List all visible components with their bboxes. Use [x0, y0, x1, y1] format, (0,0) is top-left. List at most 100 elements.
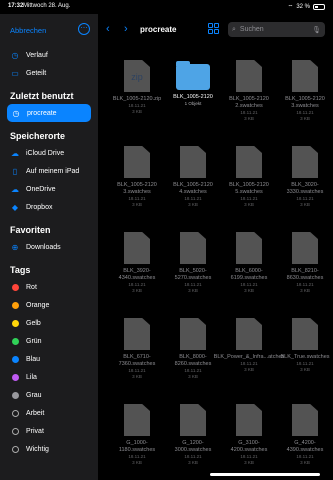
sidebar-list: ◷ Verlauf ▭ Geteilt Zuletzt benutzt ◷ procreat… [0, 46, 98, 458]
tag-icon [10, 444, 20, 454]
file-size: 3 KB [300, 115, 310, 121]
file-size: 3 KB [244, 115, 254, 121]
file-item[interactable]: BLK_1005-2120 3.swatches 18.11.21 3 KB [112, 138, 162, 214]
document-icon [292, 318, 318, 350]
sidebar-item-blau[interactable]: Blau [0, 350, 98, 368]
file-item[interactable]: BLK_3920-4340.swatches 18.11.21 3 KB [112, 224, 162, 300]
file-item[interactable]: G_1200-3000.swatches 18.11.21 3 KB [168, 396, 218, 472]
tag-icon [10, 390, 20, 400]
sidebar-item-label: Grün [26, 337, 42, 345]
sidebar-item-label: Privat [26, 427, 44, 435]
sidebar-item-gelb[interactable]: Gelb [0, 314, 98, 332]
document-icon [180, 404, 206, 436]
document-icon [236, 60, 262, 92]
file-item[interactable]: BLK_1005-2120 2.swatches 18.11.21 3 KB [224, 52, 274, 128]
grid-view-icon[interactable] [208, 23, 219, 34]
sidebar-item-icloud-drive[interactable]: ☁ iCloud Drive [0, 144, 98, 162]
file-item[interactable]: BLK_6000-6199.swatches 18.11.21 3 KB [224, 224, 274, 300]
file-item[interactable]: G_1000-1180.swatches 18.11.21 3 KB [112, 396, 162, 472]
file-name: BLK_1005-2120 3.swatches [117, 182, 157, 195]
sidebar-top: Abbrechen ⋯ [0, 14, 98, 46]
file-name: BLK_3920-4340.swatches [118, 268, 156, 281]
tag-color-dot [11, 319, 19, 327]
sidebar-item-geteilt[interactable]: ▭ Geteilt [0, 64, 98, 82]
tag-color-dot [11, 391, 19, 399]
tag-color-dot [11, 409, 19, 417]
shared-folder-icon: ▭ [11, 68, 19, 78]
sidebar-item-onedrive[interactable]: ☁ OneDrive [0, 180, 98, 198]
file-item[interactable]: BLK_True.swatches 18.11.21 3 KB [280, 310, 330, 386]
document-icon [180, 318, 206, 350]
file-size: 3 KB [188, 373, 198, 379]
sidebar-section-title: Favoriten [10, 225, 51, 235]
search-input[interactable]: ⌕ Suchen 🎙 [228, 22, 325, 37]
sidebar-item-label: Arbeit [26, 409, 45, 417]
sidebar-item-rot[interactable]: Rot [0, 278, 98, 296]
file-name: BLK_True.swatches [280, 354, 330, 360]
folder-item[interactable]: BLK_1005-2120 1 Objekt [168, 52, 218, 128]
sidebar-item-wichtig[interactable]: Wichtig [0, 440, 98, 458]
document-icon [236, 404, 262, 436]
search-icon: ⌕ [232, 25, 236, 33]
tag-icon [10, 282, 20, 292]
file-item[interactable]: BLK_1005-2120 4.swatches 18.11.21 3 KB [168, 138, 218, 214]
sidebar-item-arbeit[interactable]: Arbeit [0, 404, 98, 422]
more-options-icon[interactable]: ⋯ [78, 23, 90, 35]
sidebar-item-privat[interactable]: Privat [0, 422, 98, 440]
dropbox-icon: ◆ [11, 202, 19, 212]
sidebar-item-dropbox[interactable]: ◆ Dropbox [0, 198, 98, 216]
file-item[interactable]: G_3100-4200.swatches 18.11.21 3 KB [224, 396, 274, 472]
file-browser: ‹ › procreate ⌕ Suchen 🎙 zip BLK_1005-212… [98, 14, 333, 480]
status-time: 17:32 [8, 3, 24, 9]
file-item[interactable]: G_4200-4390.swatches 18.11.21 3 KB [280, 396, 330, 472]
file-name: G_3100-4200.swatches [230, 440, 268, 453]
file-name: G_1000-1180.swatches [118, 440, 156, 453]
document-icon [292, 232, 318, 264]
sidebar-item-label: Grau [26, 391, 42, 399]
file-size: 3 KB [188, 287, 198, 293]
file-item[interactable]: BLK_8210-8630.swatches 18.11.21 3 KB [280, 224, 330, 300]
sidebar-item-label: Geteilt [26, 69, 47, 77]
sidebar-item-lila[interactable]: Lila [0, 368, 98, 386]
sidebar-item-procreate[interactable]: ◷ procreate [7, 104, 91, 122]
sidebar-item-label: Auf meinem iPad [26, 167, 80, 175]
file-item[interactable]: BLK_8000-8260.swatches 18.11.21 3 KB [168, 310, 218, 386]
file-item[interactable]: zip BLK_1005-2120.zip 18.11.21 3 KB [112, 52, 162, 128]
forward-icon[interactable]: › [124, 23, 128, 35]
tag-icon [10, 336, 20, 346]
document-icon [236, 318, 262, 350]
sidebar-item-grün[interactable]: Grün [0, 332, 98, 350]
zip-label: zip [131, 72, 143, 82]
document-icon [124, 146, 150, 178]
file-item[interactable]: BLK_5020-5270.swatches 18.11.21 3 KB [168, 224, 218, 300]
file-name: BLK_1005-2120 3.swatches [285, 96, 325, 109]
sidebar-item-verlauf[interactable]: ◷ Verlauf [0, 46, 98, 64]
file-name: BLK_1005-2120 5.swatches [229, 182, 269, 195]
file-name: BLK_3020-3330.swatches [286, 182, 324, 195]
file-name: BLK_6000-6199.swatches [230, 268, 268, 281]
cancel-button[interactable]: Abbrechen [10, 26, 46, 35]
file-item[interactable]: BLK_Power_&_Infra...atches 18.11.21 3 KB [214, 310, 284, 386]
document-icon [236, 146, 262, 178]
sidebar-item-grau[interactable]: Grau [0, 386, 98, 404]
microphone-icon[interactable]: 🎙 [312, 26, 321, 34]
clock-icon: ◷ [12, 108, 20, 118]
file-item[interactable]: BLK_1005-2120 3.swatches 18.11.21 3 KB [280, 52, 330, 128]
file-size: 3 KB [300, 201, 310, 207]
back-icon[interactable]: ‹ [106, 23, 110, 35]
file-item[interactable]: BLK_1005-2120 5.swatches 18.11.21 3 KB [224, 138, 274, 214]
document-icon [124, 318, 150, 350]
file-size: 1 Objekt [184, 100, 202, 106]
file-item[interactable]: BLK_3020-3330.swatches 18.11.21 3 KB [280, 138, 330, 214]
file-item[interactable]: BLK_6710-7360.swatches 18.11.21 3 KB [112, 310, 162, 386]
sidebar-item-downloads[interactable]: ⊕ Downloads [0, 238, 98, 256]
file-size: 3 KB [244, 201, 254, 207]
sidebar: Abbrechen ⋯ ◷ Verlauf ▭ Geteilt Zuletzt benu… [0, 14, 98, 480]
sidebar-item-auf-meinem-ipad[interactable]: ▯ Auf meinem iPad [0, 162, 98, 180]
status-right: ⌔ 32 % [288, 3, 325, 11]
sidebar-item-label: iCloud Drive [26, 149, 65, 157]
sidebar-item-orange[interactable]: Orange [0, 296, 98, 314]
sidebar-item-label: Rot [26, 283, 37, 291]
tag-icon [10, 372, 20, 382]
file-size: 3 KB [300, 287, 310, 293]
